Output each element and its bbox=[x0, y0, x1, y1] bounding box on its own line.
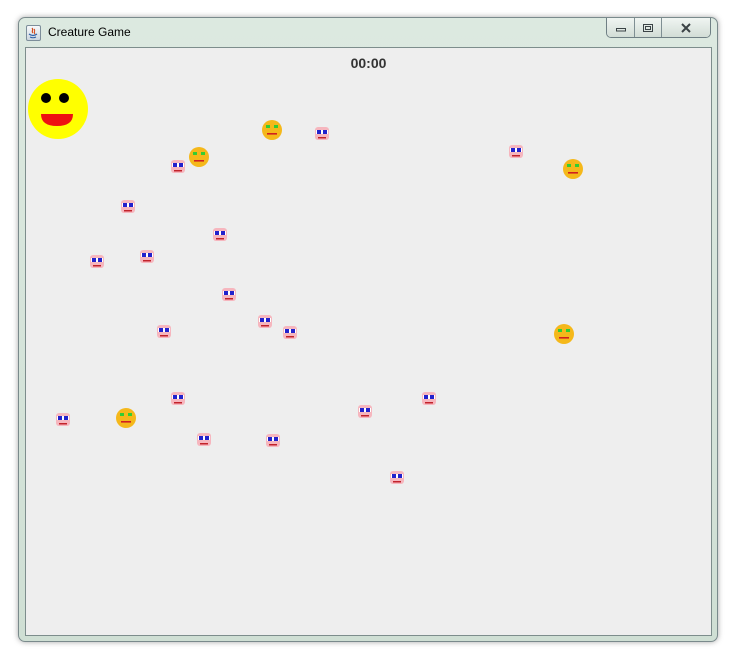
maximize-button[interactable] bbox=[634, 18, 661, 37]
bug-creature bbox=[315, 127, 329, 140]
player-smiley bbox=[28, 79, 88, 139]
ghoul-creature bbox=[554, 324, 574, 344]
window-controls bbox=[606, 18, 711, 38]
bug-creature bbox=[222, 288, 236, 301]
bug-creature bbox=[422, 392, 436, 405]
minimize-icon bbox=[615, 27, 626, 31]
bug-creature bbox=[171, 392, 185, 405]
ghoul-creature bbox=[262, 120, 282, 140]
bug-creature bbox=[121, 200, 135, 213]
minimize-button[interactable] bbox=[607, 18, 634, 37]
bug-creature bbox=[390, 471, 404, 484]
bug-creature bbox=[509, 145, 523, 158]
bug-creature bbox=[358, 405, 372, 418]
game-board bbox=[28, 79, 583, 484]
bug-creature bbox=[140, 250, 154, 263]
bug-creature bbox=[157, 325, 171, 338]
game-canvas[interactable]: 00:00 bbox=[25, 47, 712, 636]
bug-creature bbox=[266, 434, 280, 447]
java-icon bbox=[26, 25, 41, 41]
game-window: Creature Game 00:00 bbox=[18, 17, 718, 642]
close-icon bbox=[681, 22, 691, 33]
title-bar[interactable]: Creature Game bbox=[19, 18, 717, 46]
close-button[interactable] bbox=[661, 18, 710, 37]
bug-creature bbox=[283, 326, 297, 339]
bug-creature bbox=[90, 255, 104, 268]
restore-icon bbox=[643, 23, 653, 32]
ghoul-creature bbox=[116, 408, 136, 428]
window-title: Creature Game bbox=[48, 25, 131, 39]
ghoul-creature bbox=[563, 159, 583, 179]
ghoul-creature bbox=[189, 147, 209, 167]
bug-creature bbox=[258, 315, 272, 328]
bug-creature bbox=[197, 433, 211, 446]
bug-creature bbox=[56, 413, 70, 426]
bug-creature bbox=[213, 228, 227, 241]
bug-creature bbox=[171, 160, 185, 173]
